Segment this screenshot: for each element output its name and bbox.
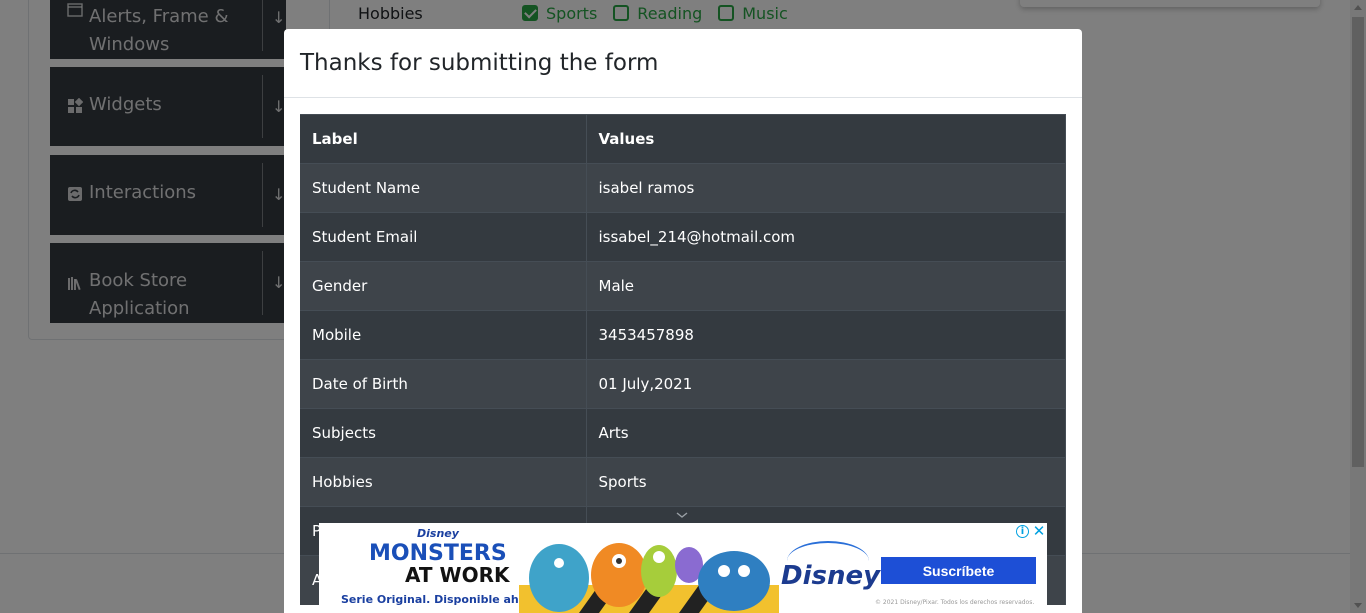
row-value: Male [586, 261, 1066, 311]
table-row: Gender Male [300, 261, 1066, 311]
modal-title: Thanks for submitting the form [300, 50, 659, 76]
column-header-label: Label [300, 114, 587, 164]
table-row: Subjects Arts [300, 408, 1066, 458]
ad-subscribe-button[interactable]: Suscríbete [881, 557, 1036, 584]
modal-header: Thanks for submitting the form [284, 29, 1082, 98]
row-label: Student Email [300, 212, 587, 262]
table-row: Date of Birth 01 July,2021 [300, 359, 1066, 409]
row-value: Sports [586, 457, 1066, 507]
row-label: Date of Birth [300, 359, 587, 409]
chevron-down-icon[interactable] [675, 510, 689, 520]
ad-title-line2: AT WORK [405, 563, 510, 587]
row-value: 3453457898 [586, 310, 1066, 360]
row-value: Arts [586, 408, 1066, 458]
table-row: Mobile 3453457898 [300, 310, 1066, 360]
ad-info-icon[interactable]: i [1016, 525, 1029, 538]
table-header-row: Label Values [300, 114, 1066, 164]
table-row: Hobbies Sports [300, 457, 1066, 507]
row-value: isabel ramos [586, 163, 1066, 213]
row-label: Subjects [300, 408, 587, 458]
row-label: Gender [300, 261, 587, 311]
column-header-values: Values [586, 114, 1066, 164]
row-label: Hobbies [300, 457, 587, 507]
row-value: issabel_214@hotmail.com [586, 212, 1066, 262]
ad-characters-image [519, 543, 779, 613]
row-label: Student Name [300, 163, 587, 213]
row-label: Mobile [300, 310, 587, 360]
ad-legal-text: © 2021 Disney/Pixar. Todos los derechos … [875, 599, 1035, 606]
table-row: Student Email issabel_214@hotmail.com [300, 212, 1066, 262]
table-row: Student Name isabel ramos [300, 163, 1066, 213]
ad-banner[interactable]: Disney MONSTERS AT WORK Serie Original. … [319, 523, 1047, 613]
ad-close-icon[interactable]: ✕ [1032, 524, 1046, 539]
ad-tagline: Serie Original. Disponible ahora. [341, 593, 544, 606]
row-value: 01 July,2021 [586, 359, 1066, 409]
ad-brand-logo: Disney [417, 527, 459, 540]
